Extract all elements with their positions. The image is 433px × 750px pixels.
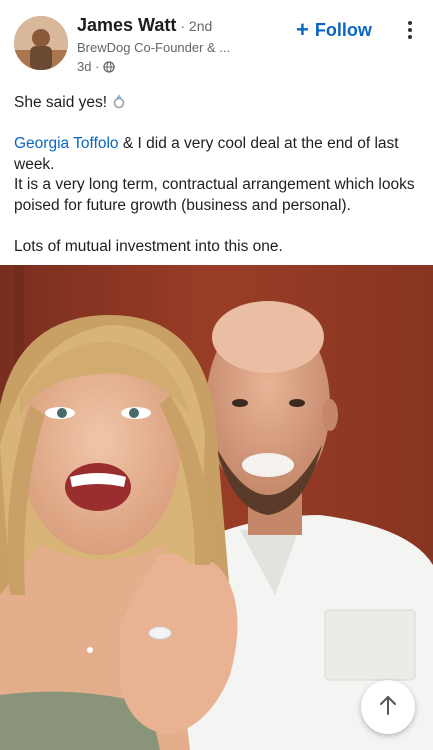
post-line-3: It is a very long term, contractual arra… — [14, 176, 415, 214]
author-name-line: James Watt · 2nd — [77, 15, 212, 36]
post-line-2: Georgia Toffolo & I did a very cool deal… — [14, 135, 399, 173]
arrow-up-icon — [377, 694, 399, 721]
plus-icon: + — [296, 17, 309, 42]
post-time: 3d · — [77, 59, 100, 74]
post-image[interactable] — [0, 265, 433, 750]
author-headline: BrewDog Co-Founder & ... — [77, 40, 231, 55]
follow-label: Follow — [314, 19, 372, 40]
follow-button[interactable]: + Follow — [296, 16, 372, 44]
author-name[interactable]: James Watt — [77, 15, 176, 35]
ring-emoji-icon — [111, 93, 127, 109]
connection-degree: · 2nd — [180, 18, 213, 34]
post-meta: 3d · — [77, 59, 116, 74]
post-line-4: Lots of mutual investment into this one. — [14, 237, 283, 255]
mention-link[interactable]: Georgia Toffolo — [14, 135, 119, 152]
author-avatar[interactable] — [14, 16, 68, 70]
scroll-to-top-button[interactable] — [361, 680, 415, 734]
post-body: She said yes! Georgia Toffolo & I did a … — [14, 93, 419, 257]
globe-icon — [103, 60, 116, 73]
post-line-1: She said yes! — [14, 93, 419, 114]
post-header: James Watt · 2nd BrewDog Co-Founder & ...… — [0, 0, 433, 82]
more-options-icon[interactable] — [398, 18, 422, 42]
